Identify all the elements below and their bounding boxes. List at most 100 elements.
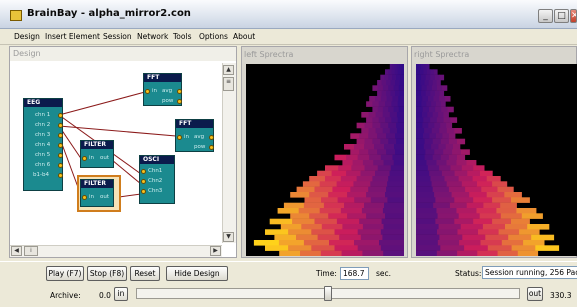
status-field: Session running, 256 Packets/sec (482, 266, 577, 279)
spectrum-bar (436, 85, 443, 91)
eeg-port-label: chn 2 (35, 122, 51, 128)
reset-button[interactable]: Reset (130, 266, 160, 281)
spectrum-bar (416, 234, 440, 241)
spectrum-bar (448, 138, 457, 145)
output-port[interactable] (209, 145, 214, 150)
spectrum-bar (362, 250, 384, 257)
spectrum-bar (434, 74, 440, 81)
spectrum-bar (434, 90, 440, 97)
input-port[interactable] (177, 135, 182, 140)
spectrum-bar (521, 213, 543, 219)
osci-node[interactable]: OSCI Chn1 Chn2 Chn3 (139, 155, 175, 204)
eeg-node[interactable]: EEG chn 1 chn 2 chn 3 chn 4 chn 5 chn 6 … (23, 98, 63, 191)
spectrum-bar (399, 80, 405, 86)
input-port[interactable] (141, 189, 146, 194)
output-port[interactable] (58, 123, 63, 128)
play-button[interactable]: Play (F7) (46, 266, 84, 281)
spectrum-bar (422, 106, 429, 113)
spectrum-bar (420, 90, 426, 97)
spectrum-bar (510, 218, 530, 225)
spectrum-bar (387, 197, 405, 203)
fft-node-title: FFT (176, 120, 213, 128)
output-port[interactable] (58, 113, 63, 118)
spectrum-bar (416, 85, 422, 91)
spectrum-bar (372, 138, 381, 145)
archive-slider-thumb[interactable] (324, 286, 332, 301)
fft-node[interactable]: FFT in avg pow (143, 73, 182, 106)
output-port[interactable] (58, 133, 63, 138)
filter-node-selected[interactable]: FILTER in out (80, 179, 114, 207)
spectrum-bar (416, 149, 426, 155)
fft-avg-label: avg (194, 134, 205, 140)
output-port[interactable] (209, 135, 214, 140)
spectrum-bar (421, 85, 427, 91)
fft-node[interactable]: FFT in avg pow (175, 119, 214, 152)
spectrum-bar (382, 106, 389, 113)
spectrum-bar (450, 165, 462, 171)
fft-avg-label: avg (162, 88, 173, 94)
spectrum-bar (431, 181, 447, 187)
spectrum-bar (432, 138, 441, 145)
spectrum-bar (432, 202, 450, 209)
spectrum-bar (437, 213, 459, 219)
spectrum-bar (317, 170, 333, 177)
archive-in-button[interactable]: in (114, 287, 128, 301)
filter-node[interactable]: FILTER in out (80, 140, 114, 168)
spectrum-bar (480, 186, 498, 193)
spectrum-bar (456, 138, 466, 145)
spectrum-bar (352, 160, 364, 166)
input-port[interactable] (145, 89, 150, 94)
input-port[interactable] (82, 195, 87, 200)
spectrum-bar (518, 229, 540, 235)
spectrum-bar (377, 85, 384, 91)
spectrum-bar (362, 224, 384, 230)
spectrum-bar (378, 117, 386, 123)
output-port[interactable] (58, 163, 63, 168)
osci-port-label: Chn2 (148, 178, 163, 184)
spectrum-bar (392, 96, 399, 102)
archive-out-button[interactable]: out (527, 287, 543, 301)
spectrum-bar (440, 101, 446, 107)
spectrum-bar (433, 69, 438, 75)
spectrum-bar (288, 229, 312, 235)
input-port[interactable] (141, 179, 146, 184)
output-port[interactable] (58, 143, 63, 148)
spectrum-bar (385, 117, 392, 123)
spectrum-bar (430, 176, 445, 182)
spectrum-bar (388, 85, 394, 91)
spectrum-bar (385, 101, 392, 107)
fft-in-label: in (184, 134, 190, 140)
spectrum-bar (390, 80, 396, 86)
spectrum-bar (499, 202, 517, 209)
stop-button[interactable]: Stop (F8) (87, 266, 127, 281)
output-port[interactable] (58, 153, 63, 158)
spectrum-bar (265, 229, 289, 235)
spectrum-bar (416, 69, 420, 75)
spectrum-bar (303, 240, 330, 246)
input-port[interactable] (141, 169, 146, 174)
spectrum-bar (377, 165, 392, 171)
spectrum-bar (380, 154, 393, 161)
spectrum-bar (416, 64, 419, 70)
output-port[interactable] (58, 173, 63, 178)
spectrum-bar (309, 192, 329, 198)
spectrum-bar (397, 117, 405, 123)
spectrum-bar (336, 181, 354, 187)
spectrum-bar (438, 128, 447, 134)
spectrum-bar (395, 80, 400, 86)
eeg-port-label: chn 3 (35, 132, 51, 138)
spectrum-bar (396, 128, 405, 134)
spectrum-bar (380, 122, 389, 129)
spectrum-bar (387, 181, 405, 187)
input-port[interactable] (82, 156, 87, 161)
output-port[interactable] (177, 99, 182, 104)
spectrum-bar (354, 144, 365, 150)
spectrum-bar (334, 154, 347, 161)
spectrum-bar (380, 96, 388, 102)
spectrum-bar (278, 240, 305, 246)
output-port[interactable] (177, 89, 182, 94)
spectrum-bar (439, 74, 445, 81)
spectrum-bar (400, 74, 405, 81)
spectrum-bar (360, 234, 383, 241)
hide-design-button[interactable]: Hide Design (166, 266, 228, 281)
